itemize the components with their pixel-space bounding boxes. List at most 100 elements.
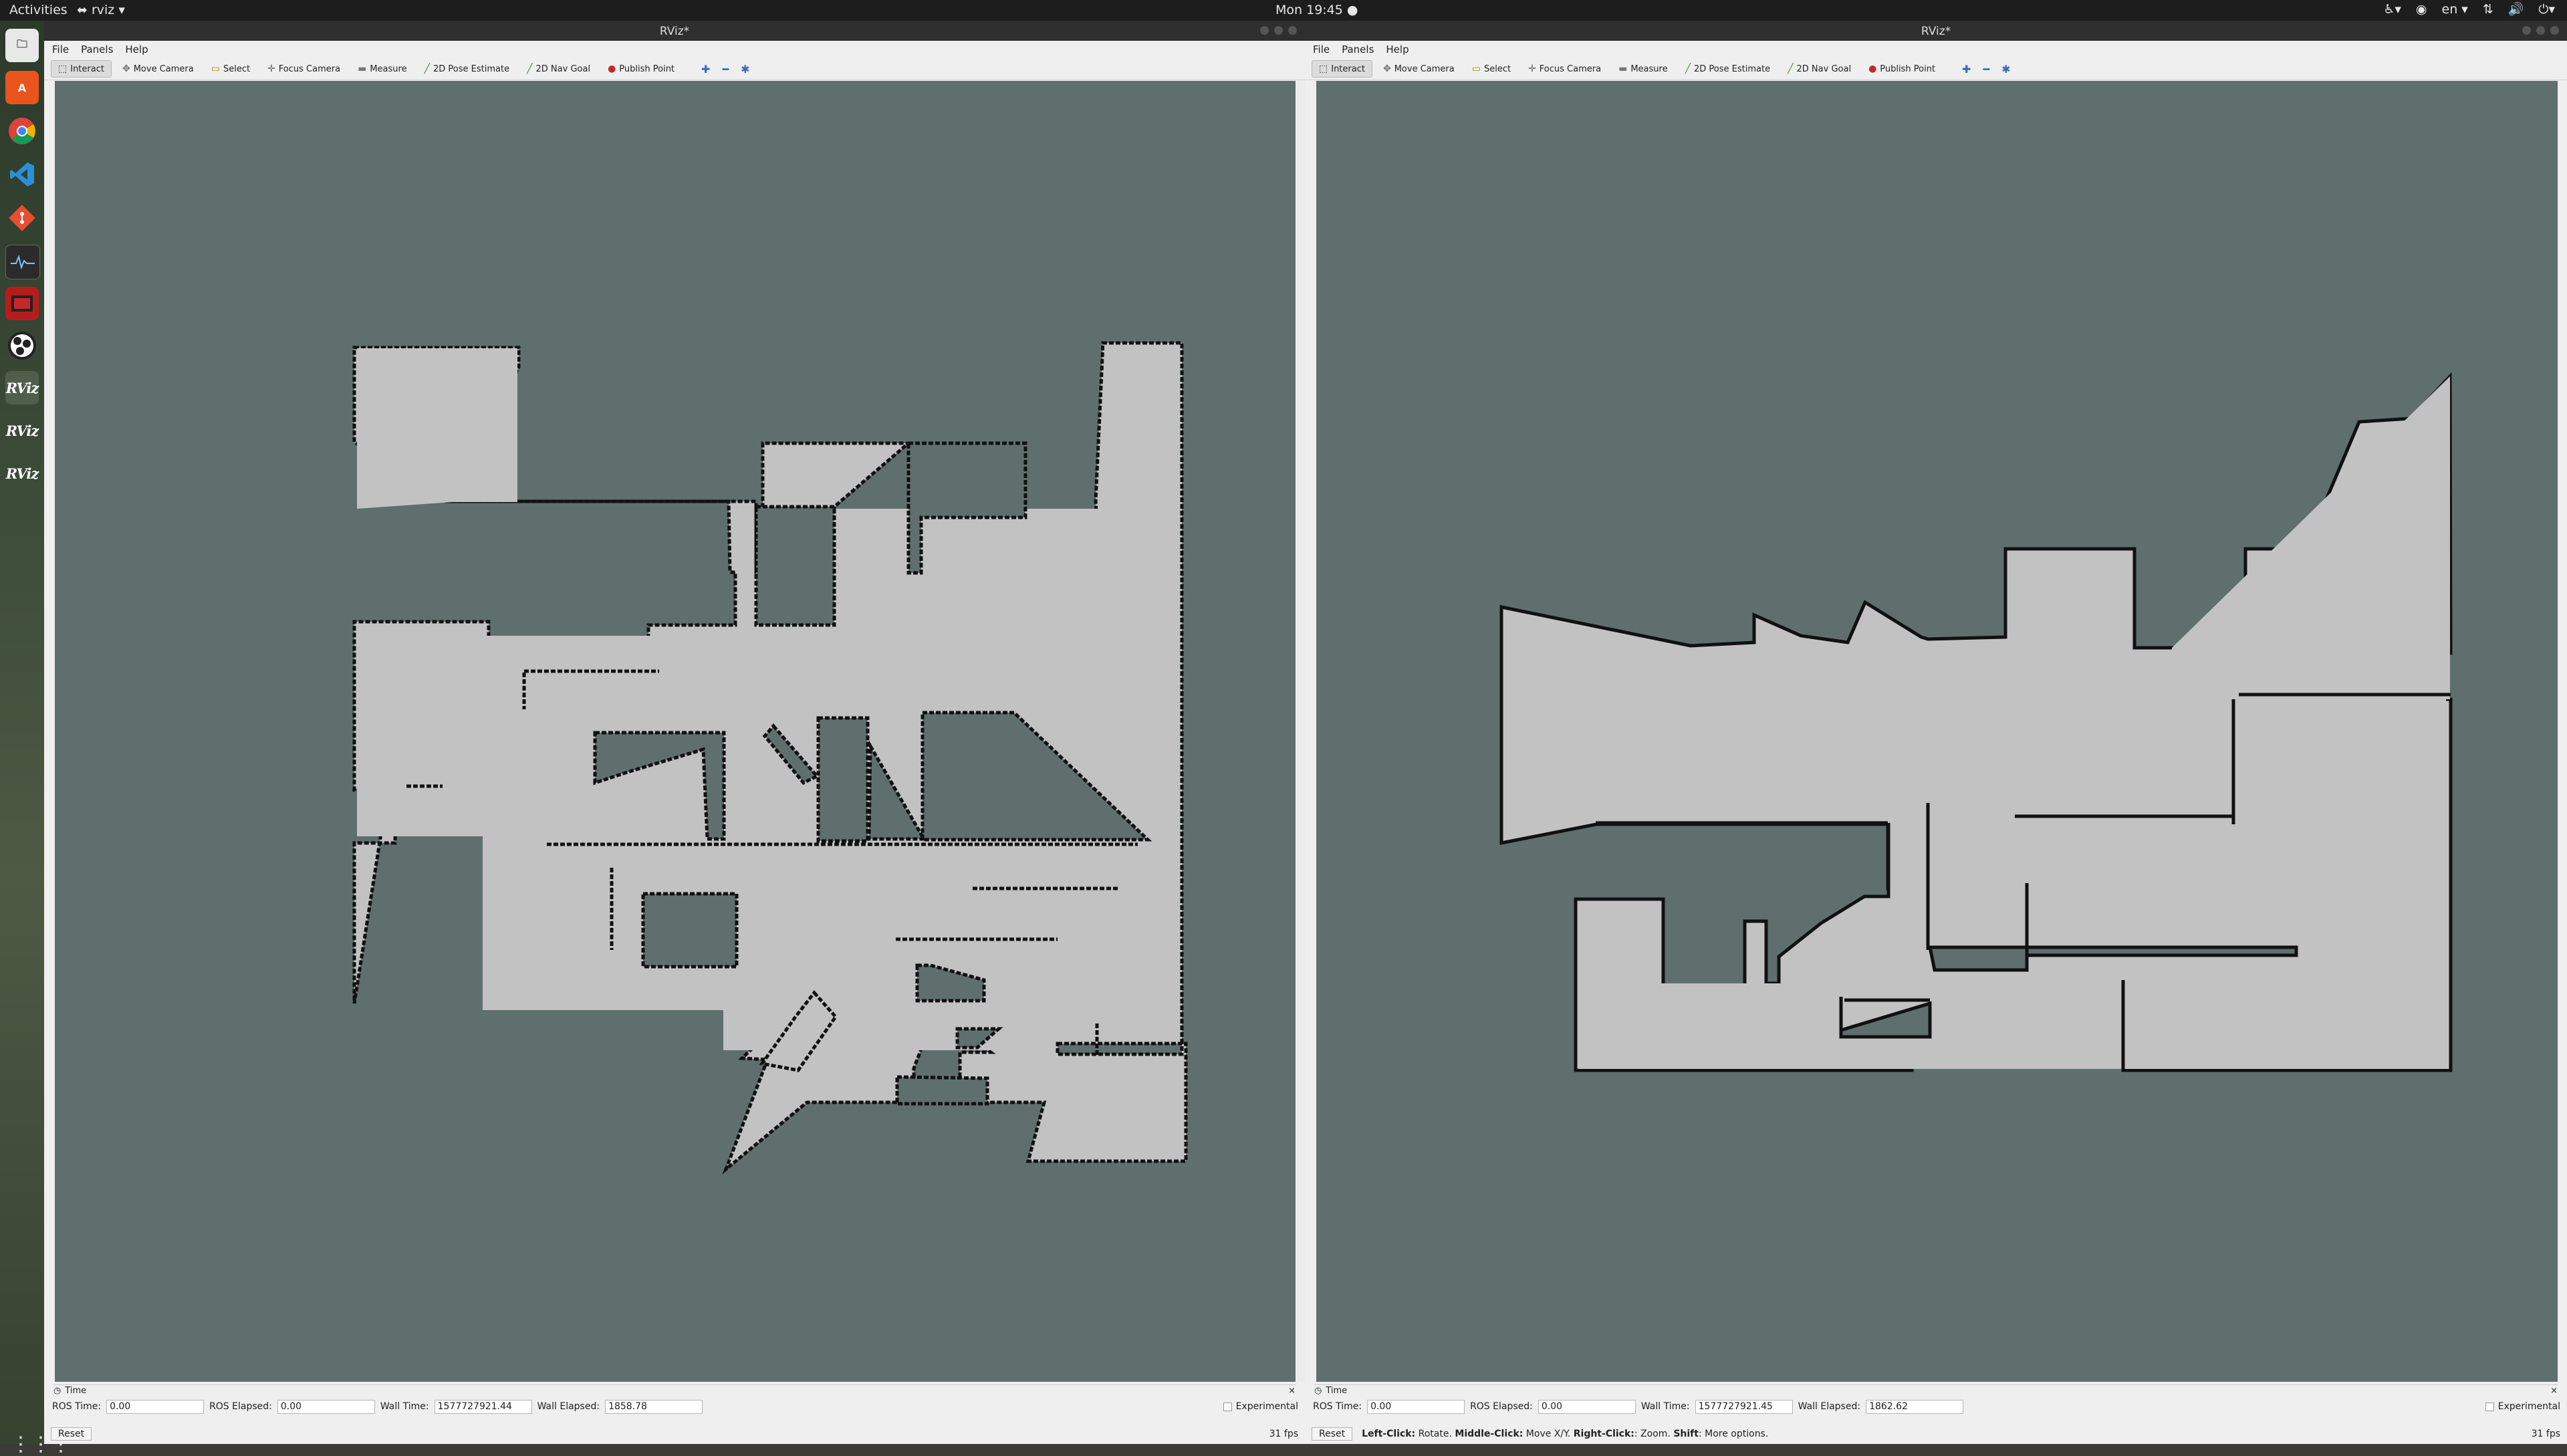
menu-panels[interactable]: Panels xyxy=(1342,43,1374,55)
add-tool-icon[interactable]: ✚ xyxy=(701,63,710,76)
minimize-icon[interactable] xyxy=(1260,26,1269,35)
obs-icon[interactable] xyxy=(5,329,39,362)
remove-tool-icon[interactable]: ━ xyxy=(722,63,729,76)
system-monitor-icon[interactable] xyxy=(5,245,40,279)
activities-button[interactable]: Activities xyxy=(9,3,68,17)
focus-camera-tool-button[interactable]: ✛ Focus Camera xyxy=(261,61,347,77)
chrome-icon[interactable] xyxy=(5,114,39,148)
software-center-icon[interactable]: A xyxy=(5,71,39,104)
close-icon[interactable] xyxy=(1288,26,1297,35)
screen-recorder-icon[interactable] xyxy=(5,287,39,320)
tool-label: Move Camera xyxy=(133,64,194,74)
language-indicator[interactable]: en ▾ xyxy=(2442,2,2468,17)
rviz-app-icon[interactable]: RViz xyxy=(5,457,39,490)
select-icon: ▭ xyxy=(211,64,220,74)
wall-elapsed-field[interactable]: 1862.62 xyxy=(1866,1399,1964,1414)
publish-point-tool-button[interactable]: ● Publish Point xyxy=(601,61,681,77)
ros-time-label: ROS Time: xyxy=(1313,1401,1362,1412)
experimental-checkbox[interactable] xyxy=(1223,1402,1232,1411)
experimental-checkbox[interactable] xyxy=(2485,1402,2494,1411)
fps-counter: 31 fps xyxy=(2531,1429,2560,1439)
menu-help[interactable]: Help xyxy=(125,43,148,55)
3d-render-view[interactable] xyxy=(1316,81,2558,1382)
interact-tool-button[interactable]: ⬚ Interact xyxy=(51,60,112,78)
tool-properties-icon[interactable]: ✱ xyxy=(2001,63,2010,76)
measure-tool-button[interactable]: ▬ Measure xyxy=(1612,61,1674,77)
power-icon[interactable]: ⏻▾ xyxy=(2538,2,2555,17)
move-camera-icon: ✥ xyxy=(1382,64,1391,74)
interact-tool-button[interactable]: ⬚ Interact xyxy=(1312,60,1372,78)
hint-left-click-label: Left-Click: xyxy=(1362,1429,1416,1439)
minimize-icon[interactable] xyxy=(2522,26,2531,35)
camera-controls: ✚ ━ ✱ xyxy=(701,63,749,76)
network-icon[interactable]: ⇅ xyxy=(2483,2,2493,17)
move-camera-tool-button[interactable]: ✥ Move Camera xyxy=(116,61,201,77)
select-icon: ▭ xyxy=(1471,64,1481,74)
rviz-window-right: RViz* File Panels Help ⬚ Interact ✥ Move C… xyxy=(1305,21,2567,1444)
add-tool-icon[interactable]: ✚ xyxy=(1962,63,1971,76)
maximize-icon[interactable] xyxy=(1274,26,1283,35)
menu-help[interactable]: Help xyxy=(1386,43,1409,55)
interact-icon: ⬚ xyxy=(1319,64,1328,74)
window-title: RViz* xyxy=(659,25,690,38)
move-camera-tool-button[interactable]: ✥ Move Camera xyxy=(1376,61,1461,77)
rviz-app-icon[interactable]: RViz xyxy=(5,371,39,404)
ros-elapsed-field[interactable]: 0.00 xyxy=(277,1399,375,1414)
nav-goal-tool-button[interactable]: ╱ 2D Nav Goal xyxy=(520,61,597,77)
pose-estimate-tool-button[interactable]: ╱ 2D Pose Estimate xyxy=(418,61,517,77)
menu-file[interactable]: File xyxy=(52,43,69,55)
hint-middle-click-label: Middle-Click: xyxy=(1455,1429,1523,1439)
updates-icon[interactable]: ◉ xyxy=(2416,2,2427,17)
wall-time-field[interactable]: 1577727921.44 xyxy=(434,1399,532,1414)
close-icon[interactable] xyxy=(2550,26,2559,35)
rviz-app-label: RViz xyxy=(5,422,39,439)
hint-shift-text: : More options. xyxy=(1698,1429,1769,1439)
ros-elapsed-field[interactable]: 0.00 xyxy=(1538,1399,1636,1414)
menu-bar: File Panels Help xyxy=(44,41,1305,58)
select-tool-button[interactable]: ▭ Select xyxy=(1465,61,1517,77)
reset-button[interactable]: Reset xyxy=(51,1427,92,1441)
git-icon[interactable] xyxy=(5,201,39,235)
tool-label: 2D Pose Estimate xyxy=(433,64,510,74)
publish-point-tool-button[interactable]: ● Publish Point xyxy=(1862,61,1942,77)
rviz-app-label: RViz xyxy=(5,379,39,396)
experimental-toggle[interactable]: Experimental xyxy=(1223,1401,1298,1412)
rviz-app-icon[interactable]: RViz xyxy=(5,414,39,447)
focus-camera-tool-button[interactable]: ✛ Focus Camera xyxy=(1521,61,1608,77)
wall-time-label: Wall Time: xyxy=(1640,1401,1690,1412)
menu-panels[interactable]: Panels xyxy=(81,43,113,55)
window-titlebar[interactable]: RViz* xyxy=(1305,21,2567,41)
clock[interactable]: Mon 19:45 ● xyxy=(1275,3,1358,17)
window-titlebar[interactable]: RViz* xyxy=(44,21,1305,41)
volume-icon[interactable]: 🔊 xyxy=(2508,1,2524,17)
wall-elapsed-field[interactable]: 1858.78 xyxy=(605,1399,703,1414)
tool-label: Interact xyxy=(70,64,104,74)
time-panel-title: Time xyxy=(1326,1385,1348,1396)
time-panel: ◷ Time × ROS Time: 0.00 ROS Elapsed: 0.0… xyxy=(44,1384,1305,1444)
experimental-toggle[interactable]: Experimental xyxy=(2485,1401,2560,1412)
measure-tool-button[interactable]: ▬ Measure xyxy=(351,61,413,77)
focus-camera-icon: ✛ xyxy=(1528,64,1536,74)
close-panel-icon[interactable]: × xyxy=(2550,1386,2558,1396)
wall-time-field[interactable]: 1577727921.45 xyxy=(1695,1399,1793,1414)
ros-time-field[interactable]: 0.00 xyxy=(1367,1399,1465,1414)
tool-properties-icon[interactable]: ✱ xyxy=(741,63,749,76)
pose-estimate-tool-button[interactable]: ╱ 2D Pose Estimate xyxy=(1679,61,1778,77)
tool-label: Publish Point xyxy=(1880,64,1936,74)
menu-file[interactable]: File xyxy=(1313,43,1330,55)
select-tool-button[interactable]: ▭ Select xyxy=(205,61,257,77)
focus-camera-icon: ✛ xyxy=(267,64,275,74)
nav-goal-tool-button[interactable]: ╱ 2D Nav Goal xyxy=(1781,61,1858,77)
remove-tool-icon[interactable]: ━ xyxy=(1983,63,1989,76)
3d-render-view[interactable] xyxy=(55,81,1296,1382)
files-icon[interactable]: 🗀 xyxy=(5,29,39,62)
vscode-icon[interactable] xyxy=(5,158,39,191)
reset-button[interactable]: Reset xyxy=(1312,1427,1353,1441)
hint-left-click-text: Rotate. xyxy=(1415,1429,1455,1439)
close-panel-icon[interactable]: × xyxy=(1288,1386,1296,1396)
accessibility-icon[interactable]: ♿▾ xyxy=(2383,2,2401,17)
map-pin-icon: ● xyxy=(608,64,616,74)
app-menu[interactable]: ⬌ rviz ▾ xyxy=(77,3,125,17)
maximize-icon[interactable] xyxy=(2536,26,2545,35)
ros-time-field[interactable]: 0.00 xyxy=(106,1399,205,1414)
